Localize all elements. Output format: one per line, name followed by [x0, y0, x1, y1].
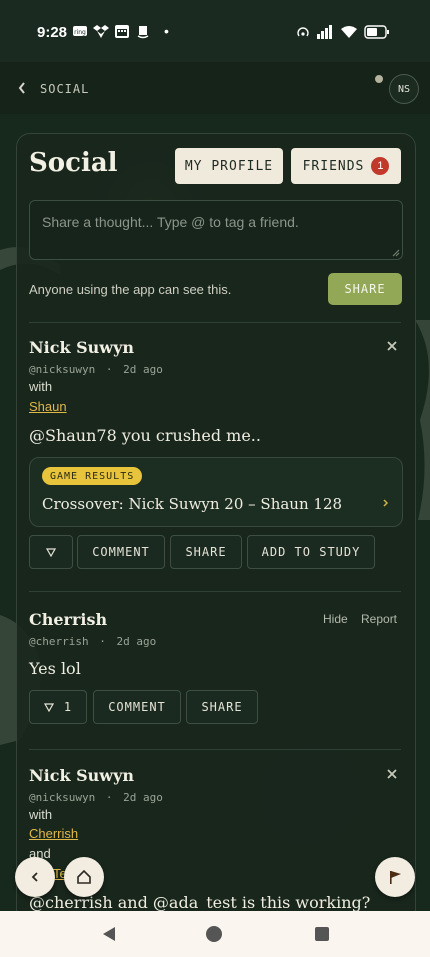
- signal-icon: [317, 25, 332, 39]
- divider: [29, 591, 401, 592]
- wifi-icon: [341, 26, 357, 38]
- status-bar: 9:28 ring •: [0, 0, 430, 62]
- tagged-friend-link[interactable]: Cherrish: [29, 826, 78, 841]
- post-time: 2d ago: [123, 363, 163, 376]
- post-meta: @cherrish · 2d ago: [29, 635, 156, 648]
- nav-home-icon[interactable]: [205, 925, 223, 943]
- page-title: Social: [29, 148, 118, 178]
- status-time: 9:28: [37, 24, 68, 41]
- post-composer-input[interactable]: Share a thought... Type @ to tag a frien…: [29, 200, 403, 260]
- post-author[interactable]: Nick Suwyn: [29, 338, 134, 357]
- hide-link[interactable]: Hide: [323, 612, 348, 626]
- calendar-icon: [115, 25, 129, 38]
- share-button[interactable]: SHARE: [170, 535, 242, 569]
- post-handle: @nicksuwyn: [29, 363, 96, 376]
- share-post-button[interactable]: SHARE: [328, 273, 402, 305]
- social-panel: Social MY PROFILE FRIENDS 1 Share a thou…: [16, 133, 416, 935]
- comment-button[interactable]: COMMENT: [77, 535, 165, 569]
- post-meta: @nicksuwyn · 2d ago: [29, 791, 163, 804]
- like-count: 1: [63, 700, 73, 714]
- visibility-note: Anyone using the app can see this.: [29, 282, 232, 297]
- back-fab[interactable]: [15, 857, 55, 897]
- game-result-text: Crossover: Nick Suwyn 20 – Shaun 128: [42, 495, 343, 513]
- game-results-badge: GAME RESULTS: [42, 467, 143, 485]
- back-chevron-icon[interactable]: [15, 79, 29, 97]
- meta-separator: ·: [99, 635, 106, 648]
- tagged-friend-link[interactable]: Shaun: [29, 399, 67, 414]
- resize-grip-icon[interactable]: [392, 249, 400, 257]
- notification-icons: ring •: [72, 22, 169, 40]
- post-handle: @cherrish: [29, 635, 89, 648]
- report-link[interactable]: Report: [361, 612, 397, 626]
- with-label: with: [29, 379, 53, 394]
- amazon-icon: [137, 26, 149, 39]
- breadcrumb: SOCIAL: [40, 82, 90, 96]
- post-author[interactable]: Nick Suwyn: [29, 766, 134, 785]
- svg-text:ring: ring: [74, 29, 86, 36]
- avatar[interactable]: NS: [389, 74, 419, 104]
- report-fab[interactable]: [375, 857, 415, 897]
- online-indicator: [375, 75, 383, 83]
- ring-app-icon: ring: [73, 26, 87, 36]
- friends-count-badge: 1: [371, 157, 390, 175]
- game-result-card[interactable]: GAME RESULTS Crossover: Nick Suwyn 20 – …: [29, 457, 403, 527]
- chevron-right-icon: [383, 499, 389, 507]
- dropbox-icon: [93, 25, 109, 38]
- hotspot-icon: [297, 27, 309, 37]
- close-icon[interactable]: [385, 767, 399, 781]
- meta-separator: ·: [105, 363, 113, 376]
- friends-button[interactable]: FRIENDS 1: [291, 148, 401, 184]
- post-handle: @nicksuwyn: [29, 791, 96, 804]
- flag-icon: [390, 871, 401, 884]
- system-icons: [296, 24, 390, 40]
- nav-recents-icon[interactable]: [313, 925, 331, 943]
- share-button[interactable]: SHARE: [186, 690, 258, 724]
- home-fab[interactable]: [64, 857, 104, 897]
- like-button[interactable]: [29, 535, 73, 569]
- home-icon: [77, 869, 91, 884]
- system-nav-bar: [0, 911, 430, 957]
- heart-icon: [46, 547, 56, 557]
- nav-back-icon[interactable]: [100, 925, 118, 943]
- friends-label: FRIENDS: [302, 158, 365, 174]
- app-header: SOCIAL NS: [0, 70, 430, 110]
- post-text: Yes lol: [29, 659, 81, 678]
- post-author[interactable]: Cherrish: [29, 610, 107, 629]
- notification-dot: •: [164, 23, 169, 39]
- like-button[interactable]: 1: [29, 690, 87, 724]
- divider: [29, 322, 401, 323]
- my-profile-button[interactable]: MY PROFILE: [175, 148, 283, 184]
- meta-separator: ·: [105, 791, 113, 804]
- post-time: 2d ago: [116, 635, 157, 648]
- battery-icon: [364, 25, 389, 39]
- add-to-study-button[interactable]: ADD TO STUDY: [247, 535, 375, 569]
- close-icon[interactable]: [385, 339, 399, 353]
- with-label: with: [29, 807, 53, 822]
- composer-placeholder: Share a thought... Type @ to tag a frien…: [42, 214, 299, 230]
- post-text: @Shaun78 you crushed me..: [29, 426, 261, 445]
- chevron-left-icon: [31, 872, 38, 882]
- post-meta: @nicksuwyn · 2d ago: [29, 363, 163, 376]
- heart-icon: [43, 702, 54, 712]
- comment-button[interactable]: COMMENT: [93, 690, 181, 724]
- post-time: 2d ago: [123, 791, 163, 804]
- divider: [29, 749, 401, 750]
